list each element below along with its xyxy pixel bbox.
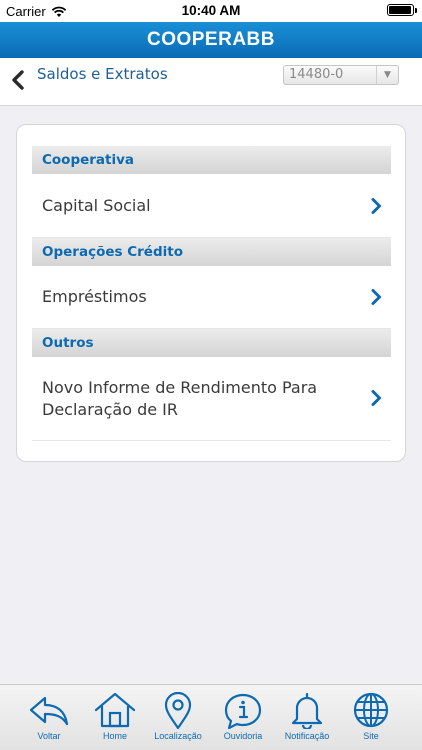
section-header-cooperativa: Cooperativa: [32, 146, 391, 174]
home-icon: [94, 692, 136, 728]
list-item-emprestimos[interactable]: Empréstimos: [32, 266, 391, 329]
chevron-right-icon: [371, 198, 381, 214]
account-select-value: 14480-0: [289, 67, 344, 82]
info-icon: [224, 693, 262, 729]
list-item-informe-rendimento[interactable]: Novo Informe de Rendimento Para Declaraç…: [32, 357, 391, 441]
back-arrow-icon: [29, 696, 69, 726]
list-item-label: Empréstimos: [42, 287, 147, 306]
nav-bar: Saldos e Extratos 14480-0 ▼: [0, 58, 422, 106]
bell-icon: [291, 692, 323, 729]
chevron-right-icon: [371, 390, 381, 406]
globe-icon: [353, 692, 389, 728]
chevron-right-icon: [371, 289, 381, 305]
list-item-capital-social[interactable]: Capital Social: [32, 174, 391, 238]
page-title[interactable]: Saldos e Extratos: [37, 65, 168, 83]
section-header-operacoes-credito: Operações Crédito: [32, 238, 391, 266]
list-item-label-line2: Declaração de IR: [42, 400, 178, 419]
status-bar: Carrier 10:40 AM: [0, 0, 422, 22]
back-chevron-icon[interactable]: [9, 68, 29, 92]
bottom-tab-bar: Voltar Home Localização Ouvidoria Notifi…: [0, 684, 422, 750]
section-header-outros: Outros: [32, 329, 391, 357]
location-pin-icon: [164, 692, 192, 730]
account-select[interactable]: 14480-0 ▼: [283, 65, 399, 85]
app-header-title: COOPERABB: [0, 22, 422, 58]
list-item-label-line1: Novo Informe de Rendimento Para: [42, 378, 318, 397]
menu-card: Cooperativa Capital Social Operações Cré…: [16, 124, 406, 462]
tab-site[interactable]: Site: [338, 685, 404, 750]
list-item-label: Capital Social: [42, 196, 151, 215]
status-time: 10:40 AM: [181, 3, 241, 18]
tab-label: Site: [363, 731, 379, 741]
dropdown-arrow-icon: ▼: [376, 66, 398, 84]
battery-icon: [387, 4, 417, 16]
